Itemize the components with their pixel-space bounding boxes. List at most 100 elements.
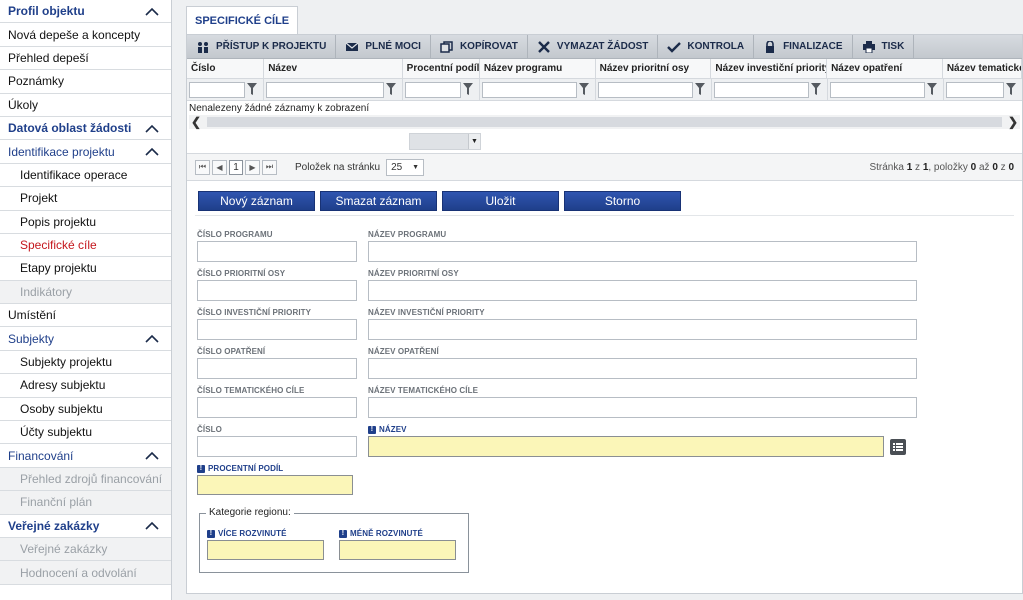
nazev-investicni-priority-field[interactable] bbox=[368, 319, 917, 340]
prev-page-button[interactable]: ◀ bbox=[212, 159, 227, 175]
grid-column-header[interactable]: Název programu bbox=[480, 59, 596, 78]
grid-column-header[interactable]: Název bbox=[264, 59, 403, 78]
cislo-prioritni-osy-field[interactable] bbox=[197, 280, 357, 301]
filter-icon[interactable] bbox=[811, 82, 825, 97]
sidebar-item[interactable]: Subjekty projektu bbox=[0, 351, 171, 375]
sidebar-nav: Profil objektu Nová depeše a koncepty Přeh… bbox=[0, 0, 172, 600]
chevron-up-icon[interactable] bbox=[145, 7, 159, 16]
filter-icon[interactable] bbox=[1006, 82, 1020, 97]
grid-column-header[interactable]: Název investiční priority bbox=[711, 59, 828, 78]
sidebar-item[interactable]: Identifikace projektu bbox=[0, 140, 171, 164]
toolbar-button[interactable]: PLNÉ MOCI bbox=[336, 34, 431, 59]
next-page-button[interactable]: ▶ bbox=[245, 159, 260, 175]
filter-icon[interactable] bbox=[695, 82, 709, 97]
grid-filter-input[interactable] bbox=[946, 81, 1004, 98]
sidebar-item[interactable]: Identifikace operace bbox=[0, 164, 171, 188]
save-button[interactable]: Uložit bbox=[442, 191, 559, 211]
grid-filter-input[interactable] bbox=[598, 81, 693, 98]
grid-column-header[interactable]: Název prioritní osy bbox=[596, 59, 712, 78]
sidebar-item[interactable]: Úkoly bbox=[0, 94, 171, 117]
grid-column-header[interactable]: Název opatření bbox=[827, 59, 943, 78]
sidebar-item[interactable]: Veřejné zakázky bbox=[0, 515, 171, 538]
tab-specificke-cile[interactable]: SPECIFICKÉ CÍLE bbox=[186, 6, 299, 34]
chevron-up-icon[interactable] bbox=[145, 147, 159, 156]
sidebar-item[interactable]: Poznámky bbox=[0, 70, 171, 94]
sidebar-item[interactable]: Osoby subjektu bbox=[0, 398, 171, 422]
sidebar-item[interactable]: Specifické cíle bbox=[0, 234, 171, 258]
cislo-opatreni-field[interactable] bbox=[197, 358, 357, 379]
mene-rozvinute-field[interactable] bbox=[339, 540, 456, 560]
grid-column-header[interactable]: Název tematického bbox=[943, 59, 1022, 78]
grid-filter-input[interactable] bbox=[714, 81, 809, 98]
sidebar-item[interactable]: Veřejné zakázky bbox=[0, 537, 171, 562]
sidebar-item[interactable]: Přehled zdrojů financování bbox=[0, 467, 171, 492]
cislo-tematickeho-cile-field[interactable] bbox=[197, 397, 357, 418]
nazev-label-text: NÁZEV bbox=[379, 425, 407, 434]
sidebar-item[interactable]: Hodnocení a odvolání bbox=[0, 561, 171, 585]
toolbar-button[interactable]: VYMAZAT ŽÁDOST bbox=[528, 34, 659, 59]
grid-filter-input[interactable] bbox=[405, 81, 461, 98]
grid-column-header[interactable]: Číslo bbox=[187, 59, 265, 78]
grid-filter-input[interactable] bbox=[482, 81, 577, 98]
sidebar-item[interactable]: Indikátory bbox=[0, 280, 171, 305]
last-page-button[interactable]: ⏭ bbox=[262, 159, 277, 175]
filter-icon[interactable] bbox=[463, 82, 477, 97]
sidebar-item[interactable]: Finanční plán bbox=[0, 491, 171, 515]
nazev-prioritni-osy-field[interactable] bbox=[368, 280, 917, 301]
sidebar-item-label: Specifické cíle bbox=[20, 238, 97, 253]
grid-column-header[interactable]: Procentní podíl bbox=[403, 59, 480, 78]
sidebar-item[interactable]: Financování bbox=[0, 444, 171, 468]
sidebar-item[interactable]: Umístění bbox=[0, 304, 171, 328]
grid-filter-input[interactable] bbox=[266, 81, 384, 98]
delete-record-button[interactable]: Smazat záznam bbox=[320, 191, 437, 211]
sidebar-item[interactable]: Etapy projektu bbox=[0, 257, 171, 281]
filter-icon[interactable] bbox=[927, 82, 941, 97]
chevron-up-icon[interactable] bbox=[145, 521, 159, 530]
nazev-tematickeho-cile-field[interactable] bbox=[368, 397, 917, 418]
sidebar-item[interactable]: Adresy subjektu bbox=[0, 374, 171, 398]
procentni-podil-field[interactable] bbox=[197, 475, 353, 495]
sidebar-item[interactable]: Projekt bbox=[0, 187, 171, 211]
sidebar-item[interactable]: Přehled depeší bbox=[0, 47, 171, 71]
sidebar-item[interactable]: Popis projektu bbox=[0, 211, 171, 234]
grid-filter-input[interactable] bbox=[830, 81, 925, 98]
grid-filter-input[interactable] bbox=[189, 81, 245, 98]
sidebar-item[interactable]: Profil objektu bbox=[0, 0, 171, 24]
sidebar-item[interactable]: Subjekty bbox=[0, 327, 171, 351]
cislo-investicni-priority-field[interactable] bbox=[197, 319, 357, 340]
chevron-up-icon[interactable] bbox=[145, 451, 159, 460]
new-record-button[interactable]: Nový záznam bbox=[198, 191, 315, 211]
filter-icon[interactable] bbox=[579, 82, 593, 97]
toolbar-button[interactable]: FINALIZACE bbox=[754, 34, 853, 59]
nazev-opatreni-field[interactable] bbox=[368, 358, 917, 379]
scroll-left-icon[interactable]: ❮ bbox=[189, 115, 203, 129]
list-icon[interactable] bbox=[890, 439, 906, 455]
grid-extra-select[interactable]: ▼ bbox=[409, 132, 481, 150]
sidebar-item[interactable]: Datová oblast žádosti bbox=[0, 117, 171, 141]
toolbar-button[interactable]: KOPÍROVAT bbox=[431, 34, 528, 59]
sidebar-item[interactable]: Nová depeše a koncepty bbox=[0, 23, 171, 47]
copy-icon bbox=[440, 40, 454, 53]
sidebar-item[interactable]: Účty subjektu bbox=[0, 421, 171, 445]
chevron-up-icon[interactable] bbox=[145, 334, 159, 343]
filter-icon[interactable] bbox=[386, 82, 400, 97]
cancel-button[interactable]: Storno bbox=[564, 191, 681, 211]
cislo-field[interactable] bbox=[197, 436, 357, 457]
scroll-right-icon[interactable]: ❯ bbox=[1006, 115, 1020, 129]
first-page-button[interactable]: ⏮ bbox=[195, 159, 210, 175]
nazev-programu-field[interactable] bbox=[368, 241, 917, 262]
vice-rozvinute-field[interactable] bbox=[207, 540, 324, 560]
toolbar-button[interactable]: KONTROLA bbox=[658, 34, 755, 59]
cislo-programu-field[interactable] bbox=[197, 241, 357, 262]
toolbar-button[interactable]: TISK bbox=[853, 34, 915, 59]
toolbar-button[interactable]: PŘÍSTUP K PROJEKTU bbox=[187, 34, 337, 59]
pager: ⏮ ◀ 1 ▶ ⏭ Položek na stránku 25 ▼ Stránk… bbox=[187, 153, 1022, 181]
per-page-select[interactable]: 25 ▼ bbox=[386, 158, 425, 176]
nazev-field[interactable] bbox=[368, 436, 884, 457]
grid-horizontal-scrollbar[interactable]: ❮ ❯ bbox=[189, 115, 1020, 129]
current-page-input[interactable]: 1 bbox=[229, 159, 243, 175]
vice-rozvinute-label: ! VÍCE ROZVINUTÉ bbox=[207, 529, 287, 538]
filter-icon[interactable] bbox=[247, 82, 261, 97]
scrollbar-track[interactable] bbox=[207, 117, 1002, 127]
chevron-up-icon[interactable] bbox=[145, 124, 159, 133]
